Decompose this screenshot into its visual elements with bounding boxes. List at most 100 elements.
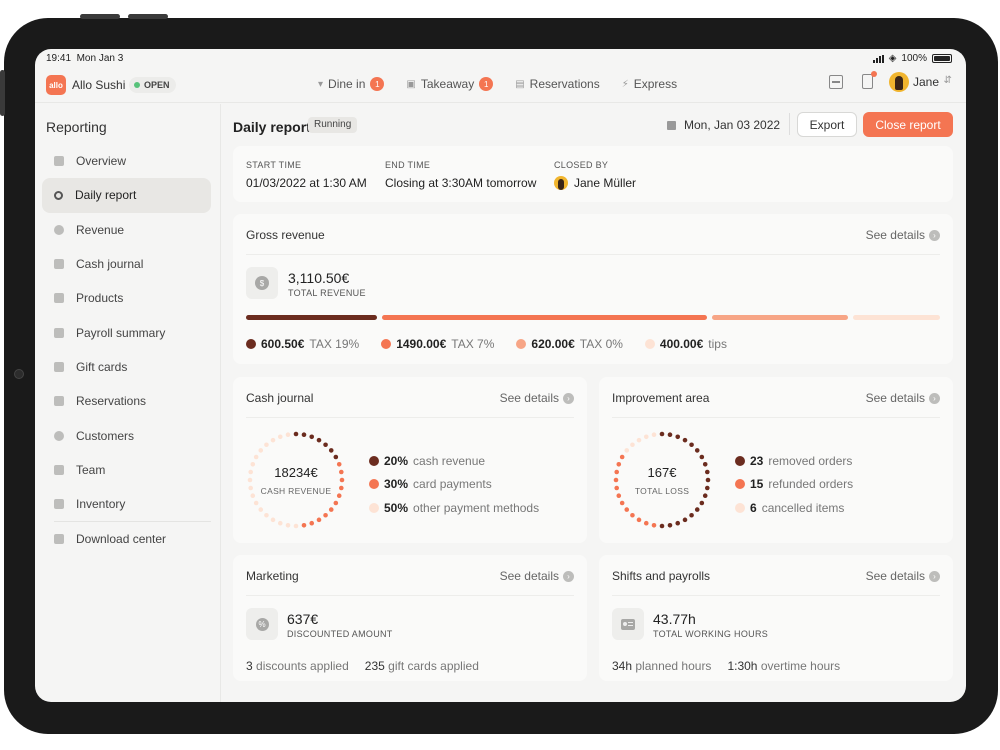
stat-value: 23 — [750, 453, 764, 468]
stat-label: planned hours — [635, 659, 712, 673]
close-report-button[interactable]: Close report — [863, 112, 953, 137]
sidebar-item-customers[interactable]: Customers — [42, 418, 211, 452]
see-details-label: See details — [865, 569, 925, 583]
sidebar-item-label: Daily report — [75, 188, 137, 203]
legend-dot — [246, 339, 256, 349]
user-name[interactable]: Jane — [913, 75, 939, 89]
main-content: Daily report Running Mon, Jan 03 2022 Ex… — [221, 104, 966, 702]
export-button[interactable]: Export — [797, 112, 857, 137]
see-details-link[interactable]: See details › — [500, 391, 574, 405]
camera-icon — [14, 369, 24, 379]
card-title: Marketing — [246, 569, 299, 583]
donut-center: 167€ TOTAL LOSS — [611, 429, 713, 531]
legend-label: tips — [708, 337, 727, 351]
cash-donut-chart: 18234€ CASH REVENUE — [245, 429, 347, 531]
legend-value: 400.00€ — [659, 337, 704, 351]
status-date: Mon Jan 3 — [76, 53, 124, 64]
see-details-link[interactable]: See details › — [866, 569, 940, 583]
sidebar-item-download-center[interactable]: Download center — [42, 522, 211, 556]
loss-stats: 23 removed orders 15 refunded orders 6 canc… — [735, 449, 853, 520]
stat-label: discounts applied — [256, 659, 349, 673]
nav-express[interactable]: ⚡ Express — [622, 77, 677, 91]
stat-label: removed orders — [768, 453, 853, 468]
count-badge: 1 — [479, 77, 494, 91]
stat-value: 3 — [246, 659, 253, 673]
nav-dine-in[interactable]: ▾ Dine in 1 — [318, 77, 385, 91]
closed-by-value: Jane Müller — [554, 176, 636, 190]
id-card-icon — [54, 464, 64, 475]
sidebar-title: Reporting — [46, 119, 107, 135]
total-revenue-label: TOTAL REVENUE — [288, 288, 366, 298]
sidebar-item-daily-report[interactable]: Daily report — [42, 178, 211, 213]
avatar[interactable] — [889, 72, 909, 92]
date-picker[interactable]: Mon, Jan 03 2022 — [667, 118, 780, 132]
overtime-hours: 1:30h overtime hours — [727, 659, 840, 673]
sidebar-item-gift-cards[interactable]: Gift cards — [42, 350, 211, 384]
sidebar-list: Overview Daily report Revenue Cash journ… — [42, 144, 211, 557]
stat-row: 6 cancelled items — [735, 496, 853, 520]
discounted-amount-value: 637€ — [287, 611, 319, 627]
see-details-label: See details — [865, 391, 925, 405]
legend-dot — [369, 479, 379, 490]
shifts-payrolls-card: Shifts and payrolls See details › 43.77h … — [599, 555, 953, 681]
sidebar-item-label: Customers — [76, 428, 135, 443]
card-title: Improvement area — [612, 391, 710, 405]
scan-icon[interactable] — [829, 75, 843, 89]
stat-value: 235 — [364, 659, 385, 673]
stat-label: card payments — [413, 477, 492, 492]
sidebar-item-payroll-summary[interactable]: Payroll summary — [42, 315, 211, 349]
notification-dot — [871, 71, 877, 77]
chevron-updown-icon[interactable]: ⇵ — [944, 75, 952, 86]
percent-badge-icon: % — [255, 617, 269, 631]
card-divider — [612, 595, 940, 596]
see-details-link[interactable]: See details › — [500, 569, 574, 583]
see-details-link[interactable]: See details › — [866, 391, 940, 405]
sidebar-item-revenue[interactable]: Revenue — [42, 213, 211, 247]
cash-revenue-label: CASH REVENUE — [260, 485, 332, 496]
screen: 19:41 Mon Jan 3 ◈ 100% allo Allo Sushi O… — [35, 49, 966, 702]
stat-label: refunded orders — [768, 477, 854, 492]
page-title: Daily report — [233, 119, 311, 135]
count-badge: 1 — [370, 77, 385, 91]
see-details-label: See details — [499, 569, 559, 583]
legend-dot — [516, 339, 527, 349]
sidebar-item-label: Overview — [76, 154, 127, 169]
sidebar: Reporting Overview Daily report Revenue … — [35, 104, 221, 702]
sidebar-item-reservations[interactable]: Reservations — [42, 384, 211, 418]
stat-value: 34h — [612, 659, 633, 673]
start-time-text: 01/03/2022 at 1:30 AM — [246, 176, 367, 190]
total-revenue-value: 3,110.50€ — [288, 270, 350, 286]
open-label: OPEN — [144, 80, 170, 90]
gift-cards-applied: 235 gift cards applied — [365, 659, 479, 673]
start-time: START TIME 01/03/2022 at 1:30 AM — [246, 160, 367, 190]
status-dot-icon — [134, 82, 140, 88]
sidebar-item-inventory[interactable]: Inventory — [42, 487, 211, 521]
arrow-right-icon: › — [563, 570, 574, 582]
sidebar-item-team[interactable]: Team — [42, 453, 211, 487]
discount-icon-box: % — [246, 608, 278, 640]
see-details-link[interactable]: See details › — [866, 228, 940, 242]
legend-dot — [369, 455, 379, 466]
legend-item: 1490.00€ TAX 7% — [381, 337, 494, 351]
nav-takeaway[interactable]: ▣ Takeaway 1 — [406, 77, 494, 91]
total-loss-value: 167€ — [647, 464, 677, 480]
cash-journal-card: Cash journal See details › 18234€ CASH RE… — [233, 377, 587, 543]
nav-label: Takeaway — [420, 77, 475, 91]
marketing-card: Marketing See details › % 637€ DISCOUNTED… — [233, 555, 587, 681]
improvement-area-card: Improvement area See details › 167€ TOTAL… — [599, 377, 953, 543]
sidebar-item-cash-journal[interactable]: Cash journal — [42, 247, 211, 281]
sidebar-item-overview[interactable]: Overview — [42, 144, 211, 178]
sidebar-item-label: Products — [76, 291, 124, 306]
app-logo: allo — [46, 75, 66, 95]
orders-icon[interactable] — [862, 71, 877, 89]
stat-value: 6 — [750, 500, 757, 515]
coin-icon — [54, 224, 64, 235]
person-icon — [54, 430, 64, 441]
dollar-coin-icon: $ — [255, 276, 269, 290]
revenue-legend: 600.50€ TAX 19% 1490.00€ TAX 7% 620.00€ TAX… — [246, 337, 749, 351]
nav-reservations[interactable]: ▤ Reservations — [515, 77, 599, 91]
nav-label: Dine in — [328, 77, 366, 91]
clock: 19:41 — [46, 53, 72, 64]
stat-value: 20% — [384, 453, 409, 468]
sidebar-item-products[interactable]: Products — [42, 281, 211, 315]
